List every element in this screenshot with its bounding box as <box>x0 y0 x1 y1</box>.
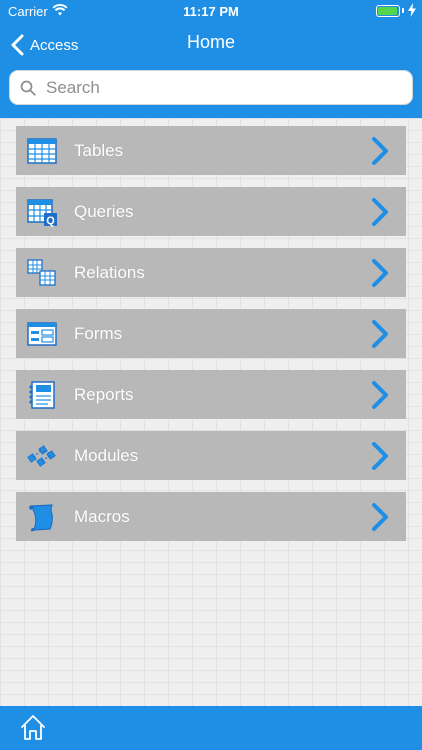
search-bar[interactable] <box>9 70 413 105</box>
chevron-right-icon <box>372 442 388 470</box>
menu-item-modules[interactable]: Modules <box>16 431 406 480</box>
menu-item-label: Queries <box>74 201 134 221</box>
menu-item-reports[interactable]: Reports <box>16 370 406 419</box>
report-icon <box>29 380 55 409</box>
navigation-bar: Access Home <box>0 26 422 62</box>
search-icon <box>20 80 36 96</box>
menu-item-forms[interactable]: Forms <box>16 309 406 358</box>
menu-item-label: Tables <box>74 140 124 160</box>
table-grid-icon <box>27 137 57 164</box>
svg-text:Q: Q <box>46 215 55 227</box>
query-grid-icon: Q <box>27 198 57 227</box>
menu-list: Tables Q Queries Relations Forms Reports… <box>0 118 422 706</box>
menu-item-queries[interactable]: Q Queries <box>16 187 406 236</box>
charging-icon <box>408 3 416 20</box>
battery-tip <box>402 8 404 13</box>
chevron-right-icon <box>372 320 388 348</box>
menu-item-macros[interactable]: Macros <box>16 492 406 541</box>
page-title: Home <box>186 32 235 52</box>
search-input[interactable] <box>46 77 406 98</box>
menu-item-label: Relations <box>74 262 145 282</box>
menu-item-label: Macros <box>74 506 130 526</box>
home-icon[interactable] <box>20 713 46 741</box>
form-icon <box>27 321 57 346</box>
menu-item-label: Modules <box>74 445 139 465</box>
menu-item-label: Reports <box>74 384 134 404</box>
chevron-right-icon <box>372 259 388 287</box>
status-time: 11:17 PM <box>183 4 239 19</box>
header-bar: Carrier 11:17 PM Access Home <box>0 0 422 118</box>
macro-scroll-icon <box>29 503 53 531</box>
chevron-right-icon <box>372 381 388 409</box>
menu-item-label: Forms <box>74 323 123 343</box>
chevron-right-icon <box>372 137 388 165</box>
battery-icon <box>376 5 400 17</box>
menu-item-tables[interactable]: Tables <box>16 126 406 175</box>
status-bar: Carrier 11:17 PM <box>0 0 422 22</box>
chevron-right-icon <box>372 503 388 531</box>
relations-icon <box>27 258 56 286</box>
modules-icon <box>27 444 56 467</box>
chevron-right-icon <box>372 198 388 226</box>
battery-fill <box>378 7 397 15</box>
menu-item-relations[interactable]: Relations <box>16 248 406 297</box>
bottom-toolbar <box>0 706 422 750</box>
